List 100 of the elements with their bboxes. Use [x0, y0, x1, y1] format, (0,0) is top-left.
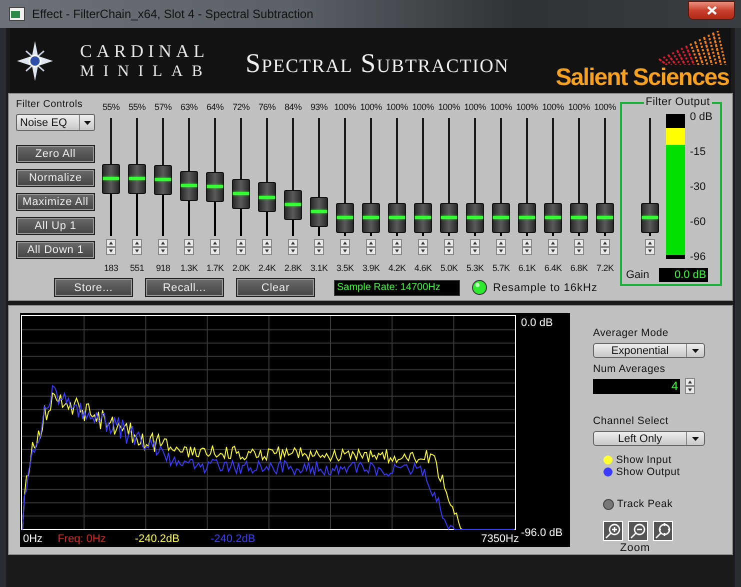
slider-thumb[interactable]	[336, 202, 354, 232]
input-level-readout: -240.2dB	[134, 533, 180, 545]
slider-thumb[interactable]	[284, 190, 302, 220]
band-stepper[interactable]	[106, 239, 116, 255]
num-averages-stepper[interactable]	[685, 378, 695, 394]
band-percent: 57%	[154, 101, 172, 113]
band-percent: 100%	[490, 101, 512, 113]
band-percent: 100%	[334, 101, 356, 113]
filter-action-button[interactable]: Maximize All	[16, 193, 95, 211]
slider-thumb[interactable]	[180, 170, 198, 201]
preset-action-button[interactable]: Recall...	[145, 278, 224, 297]
band-frequency: 3.9K	[362, 262, 380, 274]
band-frequency: 2.4K	[258, 262, 276, 274]
slider-thumb[interactable]	[206, 172, 224, 202]
filter-action-button[interactable]: All Down 1	[16, 241, 95, 259]
slider-thumb[interactable]	[362, 202, 380, 232]
slider-thumb[interactable]	[518, 202, 536, 232]
slider-thumb[interactable]	[154, 164, 172, 195]
band-stepper[interactable]	[548, 239, 558, 255]
logo-wordmark: CARDINAL	[80, 42, 210, 60]
slider-thumb[interactable]	[596, 202, 614, 232]
slider-thumb[interactable]	[492, 202, 510, 232]
slider-thumb[interactable]	[388, 202, 406, 232]
band-stepper[interactable]	[184, 239, 194, 255]
resample-label: Resample to 16kHz	[493, 282, 598, 294]
num-averages-field[interactable]: 4	[593, 378, 680, 394]
band-percent: 100%	[542, 101, 564, 113]
radio-button[interactable]	[603, 498, 614, 510]
band-stepper[interactable]	[496, 239, 506, 255]
meter-scale-label: 0 dB	[690, 111, 712, 123]
band-stepper[interactable]	[366, 239, 376, 255]
band-stepper[interactable]	[340, 239, 350, 255]
trace-color-dot[interactable]	[603, 467, 613, 477]
band-frequency: 918	[156, 262, 170, 274]
band-frequency: 6.4K	[544, 262, 562, 274]
band-stepper[interactable]	[210, 239, 220, 255]
band-stepper[interactable]	[444, 239, 454, 255]
slider-thumb[interactable]	[641, 202, 659, 232]
brand-name: Salient Sciences	[556, 64, 729, 90]
slider-thumb[interactable]	[544, 202, 562, 232]
band-frequency: 4.2K	[388, 262, 406, 274]
slider-thumb[interactable]	[102, 164, 120, 194]
status-led[interactable]	[472, 280, 487, 295]
band-stepper[interactable]	[522, 239, 532, 255]
band-frequency: 1.7K	[206, 262, 224, 274]
slider-thumb[interactable]	[310, 196, 328, 227]
band-frequency: 1.3K	[180, 262, 198, 274]
slider-thumb[interactable]	[232, 178, 250, 209]
gain-stepper[interactable]	[645, 239, 655, 255]
gain-readout: 0.0 dB	[659, 268, 708, 282]
band-stepper[interactable]	[288, 239, 298, 255]
slider-thumb[interactable]	[570, 202, 588, 232]
zoom-fit-button[interactable]	[653, 521, 673, 541]
band-percent: 72%	[232, 101, 250, 113]
filter-action-button[interactable]: All Up 1	[16, 217, 95, 235]
frequency-readout: Freq: 0Hz	[58, 533, 106, 545]
band-percent: 76%	[258, 101, 276, 113]
trace-color-dot[interactable]	[603, 455, 613, 465]
axis-label: 0Hz	[23, 533, 43, 545]
preset-action-button[interactable]: Store...	[54, 278, 133, 297]
preset-dropdown[interactable]: Noise EQ	[16, 114, 95, 131]
band-frequency: 6.8K	[570, 262, 588, 274]
band-stepper[interactable]	[314, 239, 324, 255]
band-percent: 93%	[310, 101, 328, 113]
band-stepper[interactable]	[236, 239, 246, 255]
band-stepper[interactable]	[600, 239, 610, 255]
track-peak-label: Track Peak	[617, 498, 673, 510]
close-button[interactable]	[688, 1, 735, 20]
band-percent: 64%	[206, 101, 224, 113]
band-stepper[interactable]	[470, 239, 480, 255]
band-frequency: 5.3K	[466, 262, 484, 274]
slider-thumb[interactable]	[440, 202, 458, 232]
band-frequency: 551	[130, 262, 144, 274]
sample-rate-display: Sample Rate: 14700Hz	[334, 280, 460, 296]
averager-dropdown[interactable]: Exponential	[593, 343, 705, 358]
axis-label: 7350Hz	[481, 533, 519, 545]
band-stepper[interactable]	[262, 239, 272, 255]
section-label: Filter Controls	[16, 99, 84, 111]
slider-thumb[interactable]	[466, 202, 484, 232]
band-stepper[interactable]	[418, 239, 428, 255]
caret-icon	[692, 436, 699, 440]
band-percent: 100%	[594, 101, 616, 113]
band-stepper[interactable]	[392, 239, 402, 255]
slider-thumb[interactable]	[414, 202, 432, 232]
band-percent: 100%	[464, 101, 486, 113]
zoom-out-button[interactable]	[628, 521, 648, 541]
band-frequency: 5.7K	[492, 262, 510, 274]
band-frequency: 183	[104, 262, 118, 274]
slider-thumb[interactable]	[258, 182, 276, 212]
channel-dropdown[interactable]: Left Only	[593, 431, 705, 446]
preset-action-button[interactable]: Clear	[236, 278, 315, 297]
band-stepper[interactable]	[574, 239, 584, 255]
filter-action-button[interactable]: Normalize	[16, 169, 95, 187]
slider-thumb[interactable]	[128, 164, 146, 194]
band-stepper[interactable]	[158, 239, 168, 255]
band-stepper[interactable]	[132, 239, 142, 255]
zoom-in-button[interactable]	[603, 521, 623, 541]
filter-action-button[interactable]: Zero All	[16, 145, 95, 163]
gain-label: Gain	[626, 268, 650, 280]
section-label: Filter Output	[644, 96, 712, 109]
